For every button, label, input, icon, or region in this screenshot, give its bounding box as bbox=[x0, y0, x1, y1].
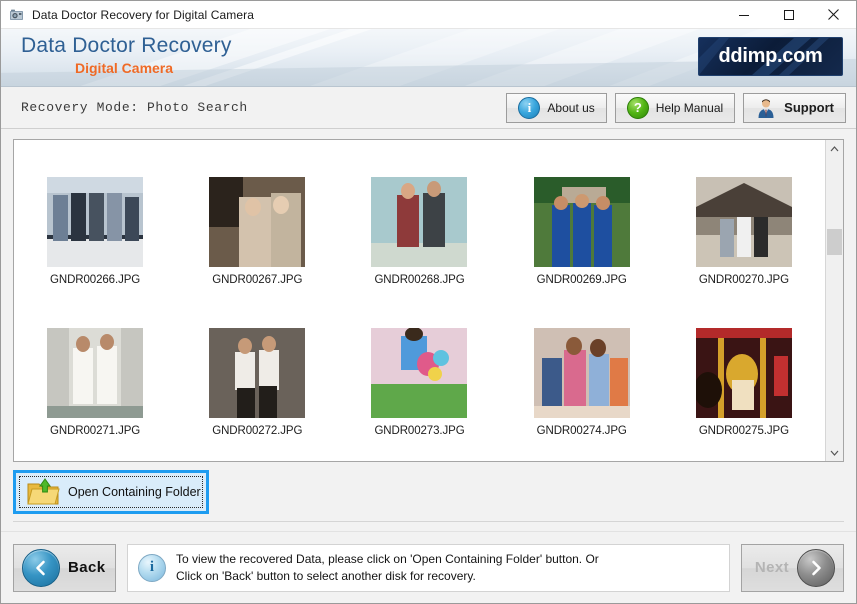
thumbnail-item[interactable]: GNDR00264.JPG bbox=[501, 140, 663, 173]
vertical-scrollbar[interactable] bbox=[825, 140, 843, 461]
open-folder-upload-icon bbox=[26, 477, 60, 507]
brand-title: Data Doctor Recovery bbox=[21, 34, 232, 57]
recovery-mode-bar: Recovery Mode: Photo Search i About us ?… bbox=[1, 87, 856, 129]
thumbnail-image[interactable] bbox=[371, 177, 468, 267]
thumbnail-item[interactable]: GNDR00268.JPG bbox=[338, 173, 500, 324]
thumbnail-label: GNDR00267.JPG bbox=[212, 274, 303, 286]
thumbnail-image[interactable] bbox=[371, 328, 468, 418]
application-window: Data Doctor Recovery for Digital Camera … bbox=[0, 0, 857, 604]
next-button[interactable]: Next bbox=[741, 543, 844, 592]
chevron-down-icon[interactable] bbox=[826, 444, 843, 461]
thumbnail-image[interactable] bbox=[533, 328, 630, 418]
scrollbar-track[interactable] bbox=[826, 157, 843, 444]
thumbnail-image[interactable] bbox=[47, 328, 144, 418]
thumbnail-image[interactable] bbox=[695, 177, 792, 267]
thumbnail-label: GNDR00275.JPG bbox=[698, 425, 789, 437]
thumbnail-item[interactable]: GNDR00262.JPG bbox=[176, 140, 338, 173]
thumbnail-label: GNDR00274.JPG bbox=[536, 425, 627, 437]
status-text: To view the recovered Data, please click… bbox=[176, 551, 599, 584]
thumbnail-label: GNDR00272.JPG bbox=[212, 425, 303, 437]
thumbnail-image[interactable] bbox=[209, 177, 306, 267]
thumbnail-item[interactable]: GNDR00267.JPG bbox=[176, 173, 338, 324]
maximize-button[interactable] bbox=[766, 1, 811, 28]
main-content: GNDR00261.JPG GNDR00262.JPG GNDR00263.JP… bbox=[1, 129, 856, 531]
footer-bar: Back i To view the recovered Data, pleas… bbox=[1, 531, 856, 603]
thumbnail-label: GNDR00271.JPG bbox=[50, 425, 141, 437]
thumbnail-label: GNDR00268.JPG bbox=[374, 274, 465, 286]
header-action-buttons: i About us ? Help Manual Support bbox=[506, 92, 846, 123]
help-manual-button[interactable]: ? Help Manual bbox=[614, 92, 736, 123]
thumbnail-scroll-area: GNDR00261.JPG GNDR00262.JPG GNDR00263.JP… bbox=[14, 140, 825, 461]
thumbnail-item[interactable]: GNDR00266.JPG bbox=[14, 173, 176, 324]
thumbnail-label: GNDR00266.JPG bbox=[50, 274, 141, 286]
support-person-icon bbox=[755, 97, 777, 119]
about-us-button[interactable]: i About us bbox=[506, 92, 607, 123]
chevron-up-icon[interactable] bbox=[826, 140, 843, 157]
help-manual-label: Help Manual bbox=[655, 100, 724, 115]
status-info-panel: i To view the recovered Data, please cli… bbox=[127, 543, 730, 592]
support-label: Support bbox=[784, 100, 834, 115]
camera-icon bbox=[9, 7, 25, 23]
thumbnail-label: GNDR00273.JPG bbox=[374, 425, 465, 437]
thumbnail-panel: GNDR00261.JPG GNDR00262.JPG GNDR00263.JP… bbox=[13, 139, 844, 462]
recovery-mode-label: Recovery Mode: Photo Search bbox=[21, 100, 248, 115]
thumbnail-item[interactable]: GNDR00263.JPG bbox=[338, 140, 500, 173]
thumbnail-image-cell[interactable]: GNDR00273.JPG bbox=[338, 324, 500, 461]
info-icon: i bbox=[138, 553, 166, 582]
thumbnail-image[interactable] bbox=[209, 328, 306, 418]
thumbnail-item[interactable]: GNDR00271.JPG bbox=[14, 324, 176, 461]
thumbnail-label: GNDR00269.JPG bbox=[536, 274, 627, 286]
ddimp-logo[interactable]: ddimp.com bbox=[698, 37, 843, 76]
chevron-left-circle-icon bbox=[22, 548, 60, 587]
status-line-2: Click on 'Back' button to select another… bbox=[176, 569, 476, 583]
window-title: Data Doctor Recovery for Digital Camera bbox=[32, 7, 254, 22]
thumbnail-label: GNDR00270.JPG bbox=[698, 274, 789, 286]
thumbnail-image[interactable] bbox=[47, 177, 144, 267]
brand-header: Data Doctor Recovery Digital Camera ddim… bbox=[1, 29, 856, 87]
brand-subtitle: Digital Camera bbox=[75, 60, 174, 76]
window-controls bbox=[721, 1, 856, 28]
close-button[interactable] bbox=[811, 1, 856, 28]
thumbnail-grid: GNDR00261.JPG GNDR00262.JPG GNDR00263.JP… bbox=[14, 140, 825, 461]
thumbnail-item[interactable]: GNDR00272.JPG bbox=[176, 324, 338, 461]
title-bar: Data Doctor Recovery for Digital Camera bbox=[1, 1, 856, 29]
thumbnail-item[interactable]: GNDR00265.JPG bbox=[663, 140, 825, 173]
thumbnail-item[interactable]: GNDR00261.JPG bbox=[14, 140, 176, 173]
about-us-label: About us bbox=[547, 100, 595, 115]
thumbnail-item[interactable]: GNDR00269.JPG bbox=[501, 173, 663, 324]
thumbnail-item[interactable]: GNDR00275.JPG bbox=[663, 324, 825, 461]
divider bbox=[13, 521, 844, 522]
thumbnail-image[interactable] bbox=[533, 177, 630, 267]
minimize-button[interactable] bbox=[721, 1, 766, 28]
support-button[interactable]: Support bbox=[743, 92, 846, 123]
open-containing-folder-button[interactable]: Open Containing Folder bbox=[13, 470, 209, 514]
scrollbar-thumb[interactable] bbox=[827, 229, 842, 255]
next-label: Next bbox=[754, 559, 789, 576]
thumbnail-image[interactable] bbox=[695, 328, 792, 418]
status-line-1: To view the recovered Data, please click… bbox=[176, 552, 599, 566]
open-folder-label: Open Containing Folder bbox=[68, 485, 201, 499]
info-icon: i bbox=[518, 96, 541, 119]
chevron-right-circle-icon bbox=[797, 548, 835, 587]
back-button[interactable]: Back bbox=[13, 543, 116, 592]
back-label: Back bbox=[68, 559, 106, 576]
thumbnail-item[interactable]: GNDR00274.JPG bbox=[501, 324, 663, 461]
open-folder-row: Open Containing Folder bbox=[13, 466, 844, 522]
logo-text: ddimp.com bbox=[718, 45, 823, 67]
question-mark-icon: ? bbox=[626, 96, 649, 119]
thumbnail-item[interactable]: GNDR00270.JPG bbox=[663, 173, 825, 324]
